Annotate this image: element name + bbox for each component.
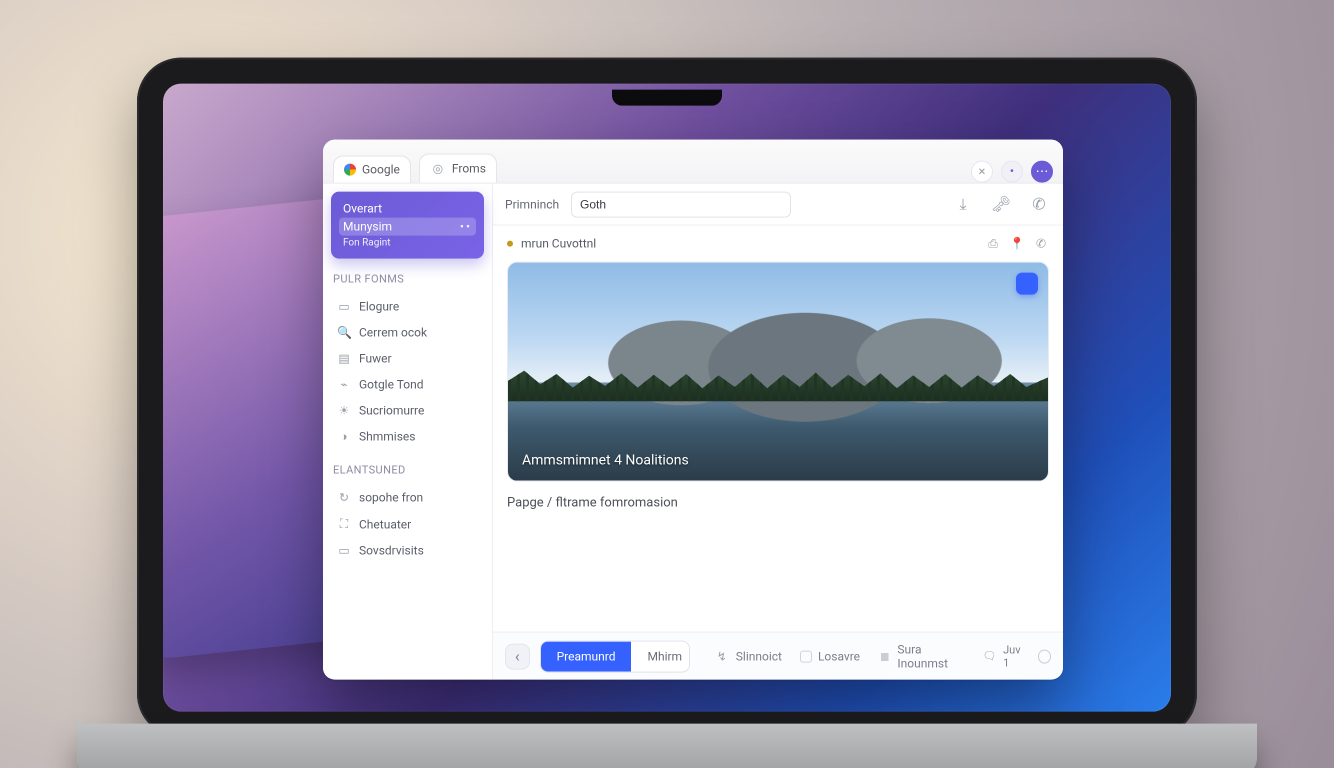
sidebar-section-b-title: Elantsuned [333,464,482,477]
footer-right-0[interactable]: 🗨 Juv 1 [982,643,1028,669]
sidebar-item-label: sopohe fron [359,491,423,505]
sidebar-primary-label: Overart [343,202,382,216]
sidebar-primary-0[interactable]: Overart [339,200,476,218]
content-subheader: mrun Cuvottnl ⎙ 📍 ✆ [507,236,1049,252]
screen-wallpaper: Google ◎ Froms × • ⋯ Primninch [163,84,1171,712]
footer-item-label: Sura Inounmst [897,642,962,670]
sidebar-item-label: Gotgle Tond [359,378,424,392]
sidebar-section-a-title: Pulr Fonms [333,273,482,286]
globe-icon: ◎ [430,161,446,177]
sidebar-primary-card: Overart Munysim •• Fon Ragint [331,192,484,259]
call-icon[interactable]: ✆ [1033,236,1049,252]
sidebar: Overart Munysim •• Fon Ragint Pulr Fonms ▭ E… [323,184,493,680]
sidebar-primary-label: Munysim [343,220,392,234]
key-icon: 🗝 [993,196,1009,212]
sidebar-item-icon: ⌁ [337,378,351,392]
content-subheader-label: mrun Cuvottnl [521,237,596,251]
sidebar-item-side-a-3[interactable]: ⌁ Gotgle Tond [331,372,484,398]
page-title: Papge / fltrame fomromasion [507,496,1049,511]
laptop-frame: Google ◎ Froms × • ⋯ Primninch [137,58,1197,738]
download-icon: ⤓ [955,196,971,212]
sidebar-item-label: Cerrem ocok [359,326,427,340]
toolbar-download-icon[interactable]: ⤓ [951,196,975,212]
footer-item-1[interactable]: Losavre [800,642,860,670]
laptop-base [77,724,1257,768]
window-more-button[interactable]: ⋯ [1031,161,1053,183]
hero-image: Ammsmimnet 4 Noalitions [507,262,1049,482]
phone-icon: ✆ [1031,196,1047,212]
hero-flag-badge[interactable] [1016,273,1038,295]
footer-tab-1[interactable]: Mhirm [631,641,689,671]
sidebar-item-icon: ↻ [337,491,351,505]
laptop-notch [612,90,722,106]
hero-caption: Ammsmimnet 4 Noalitions [522,453,689,469]
footer-item-0[interactable]: ↯ Slinnoict [714,642,782,670]
sidebar-item-icon: ▤ [337,352,351,366]
tab-google[interactable]: Google [333,156,411,183]
window-menu-button[interactable]: • [1001,161,1023,183]
sidebar-item-label: Sucriomurre [359,404,424,418]
pin-icon[interactable]: 📍 [1009,236,1025,252]
footer-back-button[interactable]: ‹ [505,643,530,669]
comment-icon: 🗨 [982,648,997,664]
sidebar-item-label: Sovsdrvisits [359,544,424,558]
toolbar-field-label: Primninch [505,197,563,211]
footer-bar: ‹ PreamunrdMhirm ↯ Slinnoict Losavre ≣ Sura … [493,632,1063,680]
sidebar-item-icon: ◑ [337,430,351,444]
sidebar-item-icon: ⛶ [337,517,351,532]
sidebar-item-side-a-0[interactable]: ▭ Elogure [331,294,484,320]
sidebar-item-icon: ▭ [337,300,351,314]
sidebar-item-icon: ☀ [337,404,351,418]
bookmark-icon[interactable]: ⎙ [985,236,1001,252]
footer-target-icon[interactable] [1038,649,1051,663]
toolbar: Primninch ⤓ 🗝 ✆ [493,184,1063,226]
sidebar-item-side-b-2[interactable]: ▭ Sovsdrvisits [331,538,484,564]
main-content: mrun Cuvottnl ⎙ 📍 ✆ Ammsmimnet 4 Noaliti… [493,226,1063,632]
chevron-right-icon: •• [460,220,472,234]
footer-tab-0[interactable]: Preamunrd [541,641,632,671]
sidebar-item-label: Fuwer [359,352,392,366]
sidebar-primary-2[interactable]: Fon Ragint [339,236,476,251]
primary-text-input[interactable] [571,191,791,217]
sidebar-primary-label: Fon Ragint [343,238,391,249]
browser-tabbar: Google ◎ Froms × • ⋯ [323,140,1063,184]
app-window: Google ◎ Froms × • ⋯ Primninch [323,140,1063,680]
toolbar-phone-icon[interactable]: ✆ [1027,196,1051,212]
toolbar-key-icon[interactable]: 🗝 [989,196,1013,212]
sidebar-item-side-a-5[interactable]: ◑ Shmmises [331,424,484,450]
footer-item-label: Losavre [818,649,860,663]
status-dot-icon [507,241,513,247]
tab-label: Froms [452,162,486,176]
sidebar-item-side-a-1[interactable]: 🔍 Cerrem ocok [331,320,484,346]
sidebar-primary-1[interactable]: Munysim •• [339,218,476,236]
footer-item-2[interactable]: ≣ Sura Inounmst [878,642,962,670]
sidebar-item-side-a-4[interactable]: ☀ Sucriomurre [331,398,484,424]
tab-label: Google [362,163,400,177]
tab-forms[interactable]: ◎ Froms [419,154,497,183]
sidebar-item-icon: ▭ [337,544,351,558]
sidebar-item-label: Shmmises [359,430,415,444]
sidebar-item-side-b-1[interactable]: ⛶ Chetuater [331,511,484,538]
google-favicon-icon [344,164,356,176]
footer-item-label: Slinnoict [736,649,782,663]
checkbox-icon [800,650,812,662]
footer-right-label: Juv 1 [1003,643,1028,669]
sidebar-item-label: Elogure [359,300,399,314]
sidebar-item-icon: 🔍 [337,326,351,340]
sidebar-item-side-a-2[interactable]: ▤ Fuwer [331,346,484,372]
footer-item-icon: ≣ [878,648,891,664]
window-close-button[interactable]: × [971,161,993,183]
sidebar-item-side-b-0[interactable]: ↻ sopohe fron [331,485,484,511]
footer-tabs: PreamunrdMhirm [540,640,690,672]
sidebar-item-label: Chetuater [359,517,411,531]
footer-item-icon: ↯ [714,648,730,664]
